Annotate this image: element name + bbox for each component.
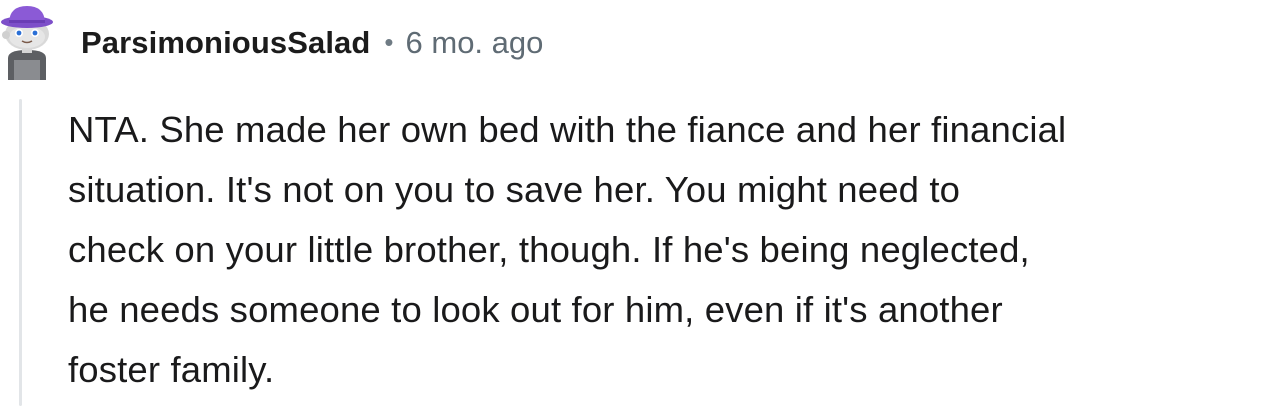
username[interactable]: ParsimoniousSalad xyxy=(81,25,370,61)
comment-body-line: check on your little brother, though. If… xyxy=(68,229,1030,270)
comment-body-line: he needs someone to look out for him, ev… xyxy=(68,289,1003,330)
comment-body-line: NTA. She made her own bed with the fianc… xyxy=(68,109,1067,150)
thread-line[interactable] xyxy=(19,99,22,406)
comment-body: NTA. She made her own bed with the fianc… xyxy=(68,100,1253,400)
comment-body-line: situation. It's not on you to save her. … xyxy=(68,169,961,210)
snoo-avatar-icon[interactable] xyxy=(0,2,54,80)
timestamp[interactable]: 6 mo. ago xyxy=(406,25,544,61)
separator-dot: • xyxy=(384,26,394,57)
comment: ParsimoniousSalad • 6 mo. ago NTA. She m… xyxy=(0,0,1267,406)
comment-body-line: foster family. xyxy=(68,349,275,390)
comment-header: ParsimoniousSalad • 6 mo. ago xyxy=(81,21,543,65)
